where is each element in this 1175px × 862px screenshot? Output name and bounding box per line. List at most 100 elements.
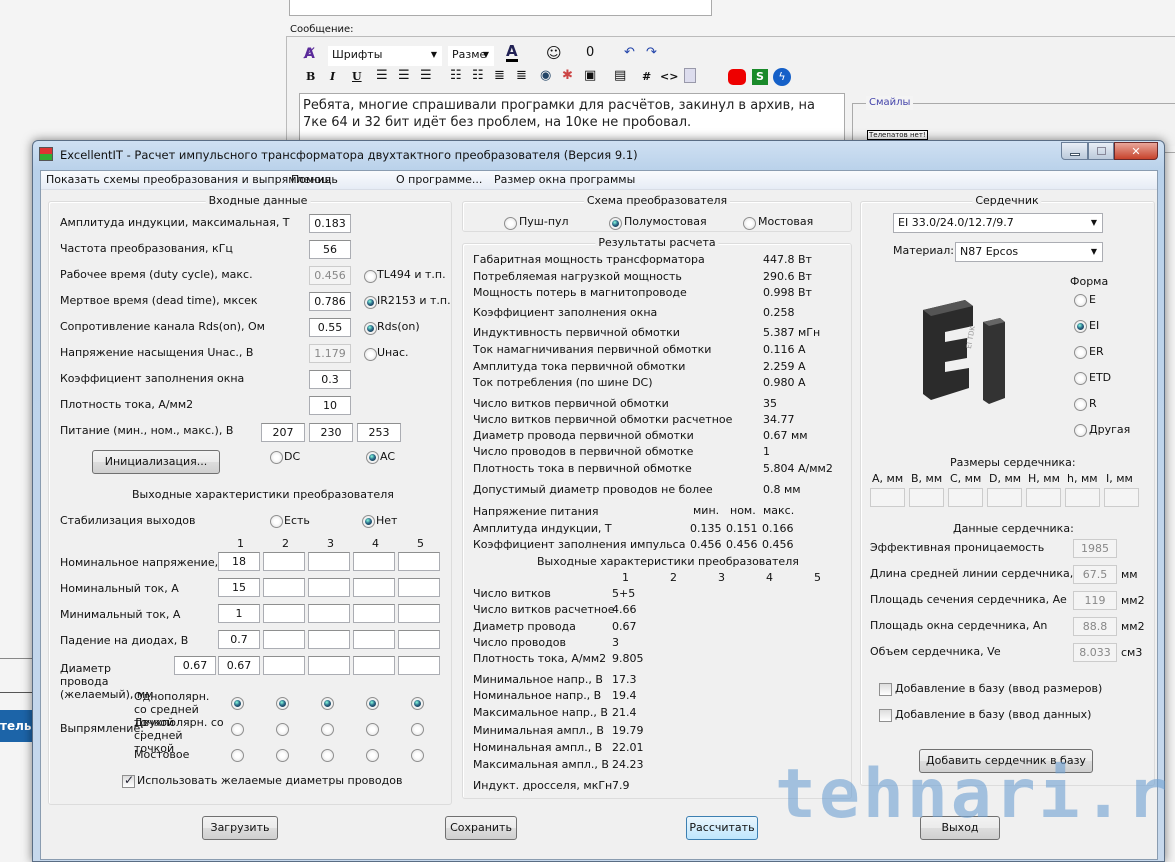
font-color-icon[interactable]: A bbox=[506, 44, 518, 62]
size-field[interactable] bbox=[1065, 488, 1100, 507]
output-field[interactable]: 1 bbox=[218, 604, 260, 623]
rect-radio[interactable] bbox=[231, 697, 244, 710]
image-icon[interactable]: ▣ bbox=[584, 68, 596, 83]
core-data-field[interactable]: 88.8 bbox=[1073, 617, 1117, 636]
rect-radio[interactable] bbox=[276, 723, 289, 736]
use-desired-checkbox[interactable] bbox=[122, 773, 135, 788]
bold-icon[interactable]: B bbox=[306, 70, 315, 83]
shape-radio[interactable] bbox=[1074, 346, 1087, 359]
outdent-icon[interactable]: ≣ bbox=[494, 68, 505, 83]
calc-button[interactable]: Рассчитать bbox=[686, 816, 758, 840]
material-select[interactable]: N87 Epcos bbox=[955, 242, 1103, 262]
hash-icon[interactable]: # bbox=[642, 70, 651, 83]
input-field[interactable]: 0.786 bbox=[309, 292, 351, 311]
core-data-field[interactable]: 8.033 bbox=[1073, 643, 1117, 662]
ordered-list-icon[interactable]: ☷ bbox=[450, 68, 462, 83]
rect-radio[interactable] bbox=[366, 697, 379, 710]
core-data-field[interactable]: 1985 bbox=[1073, 539, 1117, 558]
flash-icon[interactable]: ϟ bbox=[773, 68, 791, 86]
output-field[interactable] bbox=[398, 630, 440, 649]
output-field[interactable] bbox=[353, 552, 395, 571]
smile-sign[interactable]: Телепатов нет! bbox=[867, 130, 928, 140]
unordered-list-icon[interactable]: ☷ bbox=[472, 68, 484, 83]
input-field[interactable]: 0.3 bbox=[309, 370, 351, 389]
rect-radio[interactable] bbox=[411, 697, 424, 710]
shape-radio[interactable] bbox=[1074, 372, 1087, 385]
output-field[interactable] bbox=[308, 630, 350, 649]
rect-radio[interactable] bbox=[321, 749, 334, 762]
dc-radio[interactable] bbox=[270, 451, 283, 464]
subject-field[interactable] bbox=[289, 0, 712, 16]
rect-radio[interactable] bbox=[321, 723, 334, 736]
output-field[interactable] bbox=[263, 578, 305, 597]
input-field[interactable]: 0.183 bbox=[309, 214, 351, 233]
align-right-icon[interactable]: ☰ bbox=[420, 68, 432, 83]
quote-icon[interactable]: ▤ bbox=[614, 68, 626, 83]
forum-side-button[interactable]: тель bbox=[0, 710, 36, 742]
output-field[interactable]: 0.7 bbox=[218, 630, 260, 649]
italic-icon[interactable]: I bbox=[330, 70, 335, 83]
output-field[interactable] bbox=[353, 578, 395, 597]
output-field[interactable] bbox=[263, 656, 305, 675]
input-field[interactable]: 1.179 bbox=[309, 344, 351, 363]
youtube-icon[interactable] bbox=[728, 69, 746, 85]
redo-icon[interactable]: ↷ bbox=[646, 45, 657, 60]
link-icon[interactable]: ◉ bbox=[540, 68, 551, 83]
stab-yes-radio[interactable] bbox=[270, 515, 283, 528]
indent-icon[interactable]: ≣ bbox=[516, 68, 527, 83]
rect-radio[interactable] bbox=[321, 697, 334, 710]
menu-item[interactable]: Показать схемы преобразования и выпрямле… bbox=[46, 173, 331, 187]
output-field[interactable]: 15 bbox=[218, 578, 260, 597]
output-field[interactable] bbox=[263, 630, 305, 649]
ac-radio[interactable] bbox=[366, 451, 379, 464]
align-left-icon[interactable]: ☰ bbox=[376, 68, 388, 83]
s-icon[interactable]: S bbox=[752, 69, 768, 85]
align-center-icon[interactable]: ☰ bbox=[398, 68, 410, 83]
size-field[interactable] bbox=[870, 488, 905, 507]
driver-radio[interactable] bbox=[364, 348, 377, 361]
size-field[interactable] bbox=[987, 488, 1022, 507]
rect-radio[interactable] bbox=[411, 749, 424, 762]
stab-no-radio[interactable] bbox=[362, 515, 375, 528]
php-icon[interactable] bbox=[684, 68, 696, 83]
supply-field[interactable]: 230 bbox=[309, 423, 353, 442]
core-select[interactable]: EI 33.0/24.0/12.7/9.7 bbox=[893, 213, 1103, 233]
save-button[interactable]: Сохранить bbox=[445, 816, 517, 840]
load-button[interactable]: Загрузить bbox=[202, 816, 278, 840]
output-field[interactable] bbox=[398, 552, 440, 571]
size-field[interactable] bbox=[1104, 488, 1139, 507]
size-select[interactable]: Разме bbox=[448, 46, 494, 66]
add-data-checkbox[interactable] bbox=[879, 709, 892, 722]
output-field[interactable]: 18 bbox=[218, 552, 260, 571]
output-field[interactable] bbox=[308, 552, 350, 571]
driver-radio[interactable] bbox=[364, 322, 377, 335]
input-field[interactable]: 56 bbox=[309, 240, 351, 259]
scheme-radio-pushpull[interactable] bbox=[504, 217, 517, 230]
input-field[interactable]: 10 bbox=[309, 396, 351, 415]
output-field[interactable] bbox=[398, 578, 440, 597]
size-field[interactable] bbox=[909, 488, 944, 507]
menu-item[interactable]: О программе... bbox=[396, 173, 482, 187]
smiley-icon[interactable]: ☺ bbox=[546, 44, 562, 62]
size-field[interactable] bbox=[1026, 488, 1061, 507]
scheme-radio-halfbridge[interactable] bbox=[609, 217, 622, 230]
core-data-field[interactable]: 67.5 bbox=[1073, 565, 1117, 584]
driver-radio[interactable] bbox=[364, 296, 377, 309]
output-field[interactable] bbox=[353, 656, 395, 675]
rect-radio[interactable] bbox=[411, 723, 424, 736]
menu-item[interactable]: Помощь bbox=[291, 173, 338, 187]
menu-item[interactable]: Размер окна программы bbox=[494, 173, 635, 187]
output-field[interactable] bbox=[398, 656, 440, 675]
core-data-field[interactable]: 119 bbox=[1073, 591, 1117, 610]
output-field[interactable] bbox=[353, 630, 395, 649]
font-select[interactable]: Шрифты bbox=[328, 46, 442, 66]
rect-radio[interactable] bbox=[276, 697, 289, 710]
supply-field[interactable]: 207 bbox=[261, 423, 305, 442]
supply-field[interactable]: 253 bbox=[357, 423, 401, 442]
input-field[interactable]: 0.55 bbox=[309, 318, 351, 337]
rect-radio[interactable] bbox=[231, 749, 244, 762]
output-field[interactable] bbox=[263, 552, 305, 571]
output-field[interactable] bbox=[353, 604, 395, 623]
init-button[interactable]: Инициализация... bbox=[92, 450, 220, 474]
unlink-icon[interactable]: ✱ bbox=[562, 68, 573, 83]
